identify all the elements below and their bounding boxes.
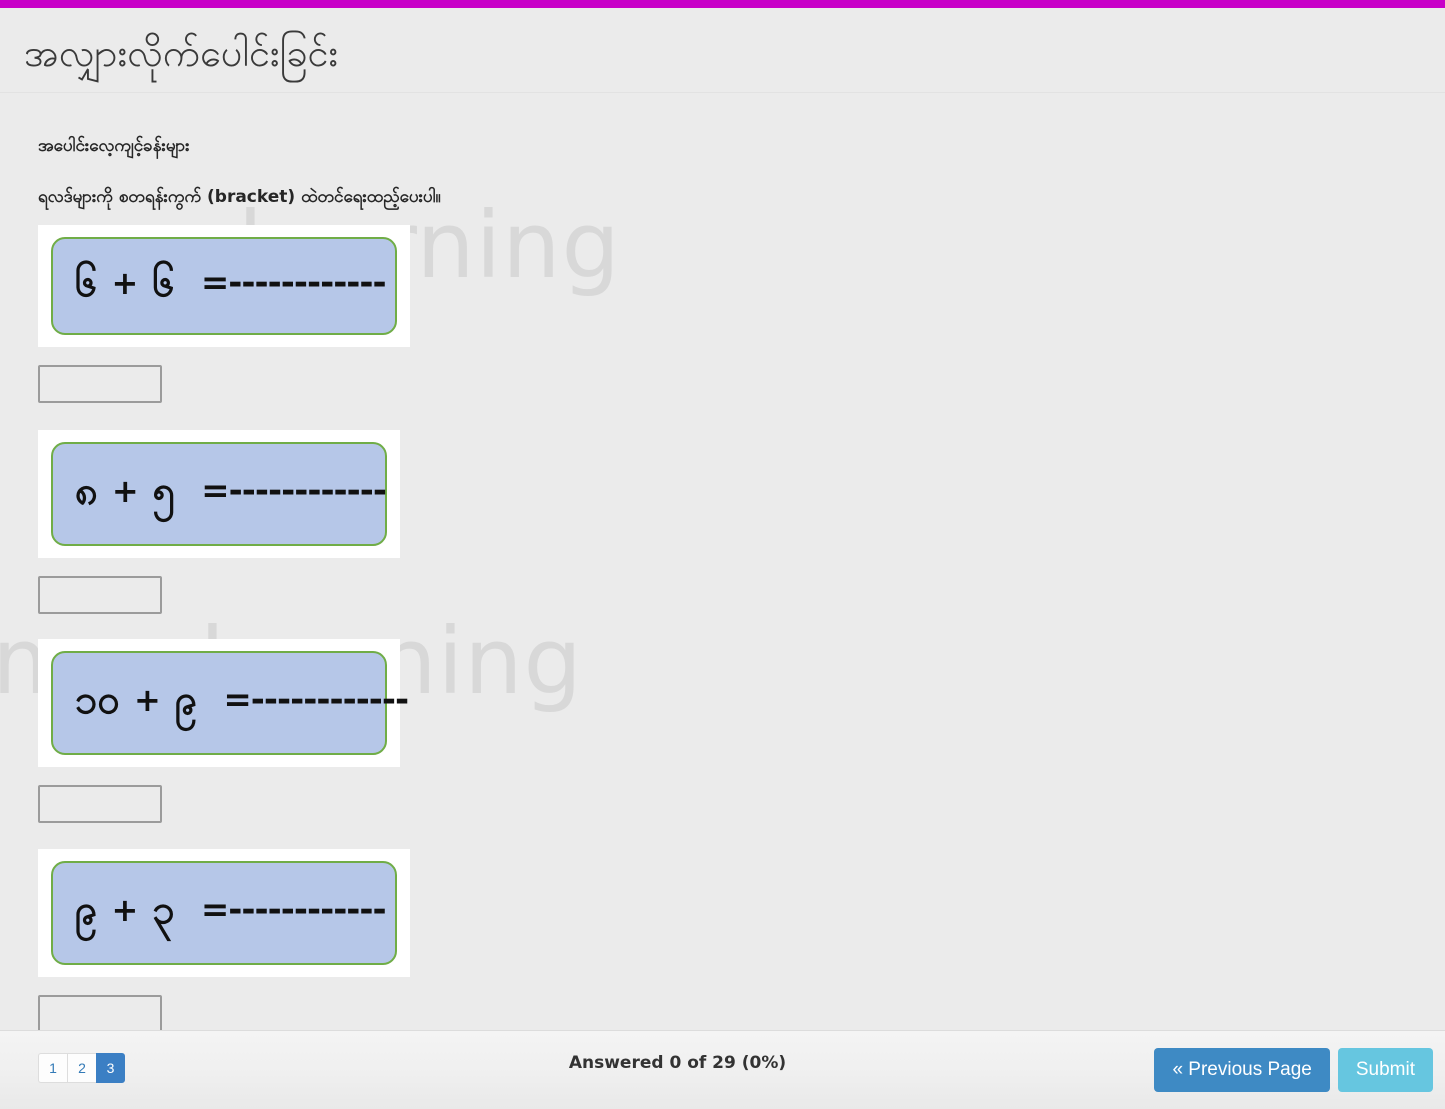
- operand-left: ၆: [75, 259, 98, 306]
- operand-right: ၅: [152, 467, 176, 514]
- pagination-page-2[interactable]: 2: [67, 1053, 96, 1083]
- answer-input[interactable]: [38, 364, 162, 403]
- instructions-text: ရလဒ်များကို စတရန်းကွက် (bracket) ထဲတင်ရေ…: [38, 186, 441, 207]
- operand-right: ၆: [152, 259, 175, 306]
- plus-operator: +: [111, 471, 139, 510]
- pagination-page-1[interactable]: 1: [38, 1053, 67, 1083]
- previous-page-button[interactable]: « Previous Page: [1154, 1048, 1330, 1092]
- equation-box: ၆ + ၆ =------------: [51, 236, 397, 335]
- answer-input[interactable]: [38, 994, 162, 1033]
- equals-blank: =------------: [200, 262, 387, 303]
- equation-card: ၈ + ၅ =------------: [38, 429, 400, 558]
- equation-card: ၆ + ၆ =------------: [38, 224, 410, 347]
- answer-input[interactable]: [38, 575, 162, 614]
- question-item: ၆ + ၆ =------------: [0, 224, 1445, 403]
- equation-box: ၁၀ + ၉ =------------: [51, 650, 409, 755]
- page-title: အလျှားလိုက်ပေါင်းခြင်း: [24, 31, 339, 75]
- section-label: အပေါင်းလေ့ကျင့်ခန်းများ: [38, 135, 190, 156]
- question-item: ၈ + ၅ =------------: [0, 429, 1445, 614]
- question-item: ၉ + ၃ =------------: [0, 848, 1445, 1033]
- answer-input[interactable]: [38, 784, 162, 823]
- footer-actions: « Previous Page Submit: [1154, 1048, 1433, 1092]
- equals-blank: =------------: [201, 470, 387, 511]
- plus-operator: +: [111, 263, 139, 302]
- operand-right: ၉: [174, 676, 198, 723]
- equals-blank: =------------: [200, 889, 387, 930]
- operand-left: ၁၀: [75, 676, 120, 723]
- quiz-page: meplearning meplearning အလျှားလိုက်ပေါင်…: [0, 0, 1445, 1109]
- operand-right: ၃: [152, 886, 175, 933]
- question-list: ၆ + ၆ =------------ ၈ + ၅ =------------: [0, 224, 1445, 1033]
- footer-bar: Answered 0 of 29 (0%) « Previous Page Su…: [0, 1030, 1445, 1109]
- equals-blank: =------------: [223, 679, 409, 720]
- equation-card: ၁၀ + ၉ =------------: [38, 638, 409, 767]
- pagination-page-3[interactable]: 3: [96, 1053, 125, 1083]
- pagination: 1 2 3: [38, 1053, 125, 1083]
- submit-button[interactable]: Submit: [1337, 1048, 1433, 1092]
- page-content: အလျှားလိုက်ပေါင်းခြင်း အပေါင်းလေ့ကျင့်ခန…: [0, 8, 1445, 1033]
- question-item: ၁၀ + ၉ =------------: [0, 638, 1445, 823]
- operand-left: ၉: [75, 886, 98, 933]
- plus-operator: +: [111, 890, 139, 929]
- equation-box: ၈ + ၅ =------------: [51, 441, 387, 546]
- equation-card: ၉ + ၃ =------------: [38, 848, 410, 977]
- operand-left: ၈: [75, 467, 98, 514]
- plus-operator: +: [134, 680, 161, 719]
- top-accent-bar: [0, 0, 1445, 8]
- equation-box: ၉ + ၃ =------------: [51, 860, 397, 965]
